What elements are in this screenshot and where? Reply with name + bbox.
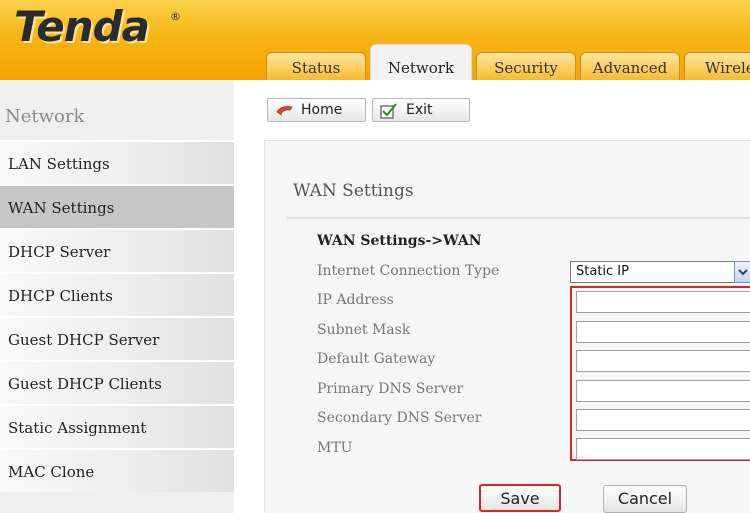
- sidebar-item-guest-dhcp-clients[interactable]: Guest DHCP Clients: [0, 360, 234, 404]
- ip-address-label: IP Address: [317, 292, 394, 308]
- home-button-label: Home: [301, 102, 343, 118]
- tenda-logo: Tenda: [14, 2, 150, 51]
- connection-type-label: Internet Connection Type: [317, 263, 500, 279]
- sidebar-item-guest-dhcp-server[interactable]: Guest DHCP Server: [0, 316, 234, 360]
- ip-address-input[interactable]: [576, 291, 750, 313]
- sidebar-item-lan-settings[interactable]: LAN Settings: [0, 140, 234, 184]
- sidebar-item-dhcp-clients[interactable]: DHCP Clients: [0, 272, 234, 316]
- subnet-mask-label: Subnet Mask: [317, 322, 411, 338]
- tab-advanced[interactable]: Advanced: [580, 52, 680, 80]
- highlighted-fields-box: [570, 286, 750, 461]
- toolbar: Home Exit: [234, 80, 750, 136]
- form-heading: WAN Settings->WAN: [317, 233, 482, 249]
- sidebar: Network LAN Settings WAN Settings DHCP S…: [0, 80, 234, 513]
- primary-dns-input[interactable]: [576, 380, 750, 402]
- connection-type-select[interactable]: Static IP: [570, 261, 750, 283]
- checkbox-exit-icon: [380, 103, 398, 126]
- tab-network[interactable]: Network: [370, 44, 472, 80]
- page-title: WAN Settings: [293, 181, 414, 201]
- exit-button[interactable]: Exit: [372, 98, 470, 122]
- mtu-label: MTU: [317, 440, 353, 456]
- sidebar-item-static-assignment[interactable]: Static Assignment: [0, 404, 234, 448]
- default-gateway-label: Default Gateway: [317, 351, 436, 367]
- sidebar-item-dhcp-server[interactable]: DHCP Server: [0, 228, 234, 272]
- home-button[interactable]: Home: [267, 98, 366, 122]
- cancel-button[interactable]: Cancel: [603, 485, 687, 513]
- connection-type-value: Static IP: [576, 264, 629, 279]
- registered-mark: ®: [170, 10, 181, 23]
- exit-button-label: Exit: [406, 102, 433, 118]
- tab-security[interactable]: Security: [476, 52, 576, 80]
- sidebar-title: Network: [5, 106, 85, 127]
- tab-status[interactable]: Status: [266, 52, 366, 80]
- sidebar-item-wan-settings[interactable]: WAN Settings: [0, 184, 234, 228]
- secondary-dns-label: Secondary DNS Server: [317, 410, 482, 426]
- secondary-dns-input[interactable]: [576, 409, 750, 431]
- chevron-down-icon[interactable]: [734, 261, 750, 283]
- subnet-mask-input[interactable]: [576, 321, 750, 343]
- title-divider: [287, 217, 750, 219]
- save-button[interactable]: Save: [479, 484, 561, 512]
- sidebar-list: LAN Settings WAN Settings DHCP Server DH…: [0, 140, 234, 492]
- main-content: Home Exit WAN Settings WAN Settings->WAN…: [234, 80, 750, 513]
- wan-settings-panel: WAN Settings WAN Settings->WAN Internet …: [264, 140, 750, 513]
- main-tabs: Status Network Security Advanced Wirele: [264, 44, 750, 80]
- sidebar-item-mac-clone[interactable]: MAC Clone: [0, 448, 234, 492]
- home-arrow-icon: [275, 103, 295, 125]
- tab-wireless[interactable]: Wirele: [684, 52, 750, 80]
- default-gateway-input[interactable]: [576, 350, 750, 372]
- header-bar: Tenda ® Status Network Security Advanced…: [0, 0, 750, 80]
- primary-dns-label: Primary DNS Server: [317, 381, 464, 397]
- mtu-input[interactable]: [576, 438, 750, 460]
